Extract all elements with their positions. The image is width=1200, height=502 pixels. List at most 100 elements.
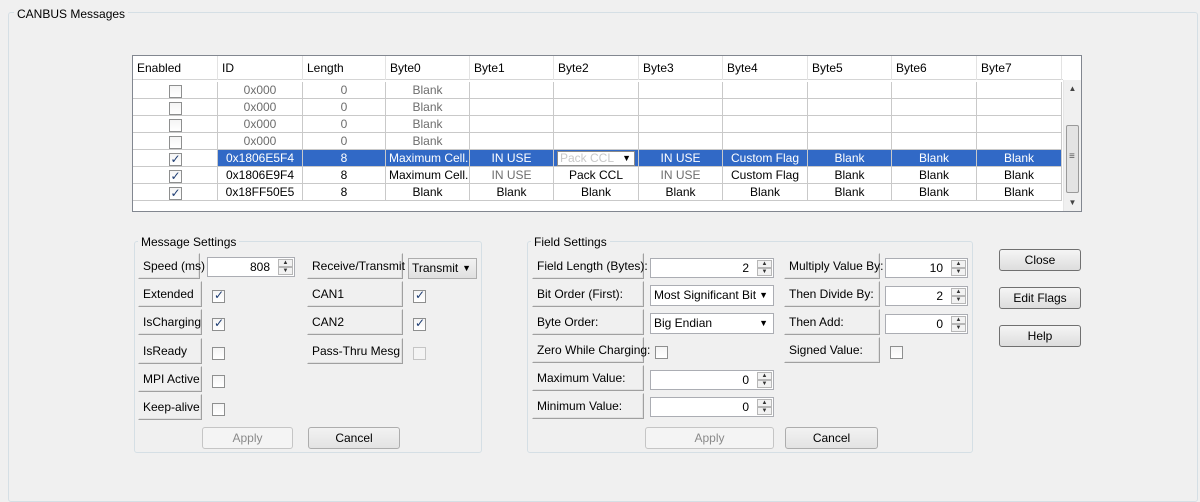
passthru-checkbox[interactable]	[413, 347, 426, 360]
id-cell[interactable]: 0x1806E5F4	[218, 150, 303, 167]
byte-cell[interactable]: Blank	[808, 184, 892, 201]
field-cancel-button[interactable]: Cancel	[785, 427, 878, 449]
byte-cell[interactable]	[639, 133, 723, 150]
spin-down-icon[interactable]: ▼	[278, 267, 293, 275]
column-header[interactable]: Byte2	[554, 56, 639, 80]
byte-cell[interactable]	[639, 99, 723, 116]
byte-cell[interactable]: IN USE	[470, 150, 554, 167]
byte-cell[interactable]	[723, 133, 808, 150]
table-row[interactable]: 0x000 0 Blank	[133, 99, 1063, 116]
id-cell[interactable]: 0x000	[218, 99, 303, 116]
byte-cell[interactable]: Maximum Cell...	[386, 167, 470, 184]
id-cell[interactable]: 0x1806E9F4	[218, 167, 303, 184]
length-cell[interactable]: 0	[303, 133, 386, 150]
byte-cell[interactable]: Pack CCL	[554, 167, 639, 184]
table-row[interactable]: 0x000 0 Blank	[133, 82, 1063, 99]
help-button[interactable]: Help	[999, 325, 1081, 347]
byte-cell[interactable]	[470, 82, 554, 99]
spin-down-icon[interactable]: ▼	[951, 324, 966, 332]
message-cancel-button[interactable]: Cancel	[308, 427, 400, 449]
byte-cell[interactable]	[977, 82, 1062, 99]
mpi-active-checkbox[interactable]	[212, 375, 225, 388]
byte-cell[interactable]: Blank	[892, 167, 977, 184]
byte-cell[interactable]	[723, 82, 808, 99]
byte-cell[interactable]: Blank	[554, 184, 639, 201]
column-header[interactable]: Byte4	[723, 56, 808, 80]
byte-cell[interactable]	[639, 82, 723, 99]
byte-cell[interactable]: Custom Flag	[723, 150, 808, 167]
spin-up-icon[interactable]: ▲	[278, 259, 293, 267]
byte-cell[interactable]: Blank	[386, 116, 470, 133]
edit-flags-button[interactable]: Edit Flags	[999, 287, 1081, 309]
spin-up-icon[interactable]: ▲	[951, 316, 966, 324]
table-row[interactable]: 0x000 0 Blank	[133, 116, 1063, 133]
byte-cell[interactable]	[470, 116, 554, 133]
byte-cell[interactable]	[808, 99, 892, 116]
length-cell[interactable]: 0	[303, 116, 386, 133]
enabled-checkbox[interactable]	[168, 168, 182, 183]
byte-cell[interactable]: Custom Flag	[723, 167, 808, 184]
spin-down-icon[interactable]: ▼	[951, 268, 966, 276]
id-cell[interactable]: 0x18FF50E5	[218, 184, 303, 201]
min-value-input[interactable]: 0 ▲ ▼	[650, 397, 774, 417]
length-cell[interactable]: 0	[303, 99, 386, 116]
byte-cell[interactable]	[808, 133, 892, 150]
ischarging-checkbox[interactable]	[212, 316, 225, 331]
byte-cell[interactable]: Blank	[892, 150, 977, 167]
byte-cell[interactable]	[892, 133, 977, 150]
column-header[interactable]: Byte6	[892, 56, 977, 80]
spin-up-icon[interactable]: ▲	[757, 372, 772, 380]
byte-cell[interactable]	[723, 99, 808, 116]
byte-cell[interactable]: Maximum Cell...	[386, 150, 470, 167]
id-cell[interactable]: 0x000	[218, 116, 303, 133]
field-apply-button[interactable]: Apply	[645, 427, 774, 449]
enabled-checkbox[interactable]	[168, 151, 182, 166]
byte-cell[interactable]	[723, 116, 808, 133]
extended-checkbox[interactable]	[212, 288, 225, 303]
length-cell[interactable]: 8	[303, 184, 386, 201]
can2-checkbox[interactable]	[413, 316, 426, 331]
byte-cell[interactable]: Blank	[470, 184, 554, 201]
table-row[interactable]: 0x000 0 Blank	[133, 133, 1063, 150]
spin-up-icon[interactable]: ▲	[757, 260, 772, 268]
spin-down-icon[interactable]: ▼	[757, 380, 772, 388]
byte-cell[interactable]: Blank	[977, 184, 1062, 201]
isready-checkbox[interactable]	[212, 347, 225, 360]
enabled-checkbox[interactable]	[168, 101, 182, 115]
keepalive-checkbox[interactable]	[212, 403, 225, 416]
byte-cell[interactable]	[892, 116, 977, 133]
spin-up-icon[interactable]: ▲	[951, 260, 966, 268]
byte-cell[interactable]: Blank	[723, 184, 808, 201]
byte-cell[interactable]	[554, 116, 639, 133]
byte-cell[interactable]: Blank	[808, 150, 892, 167]
byte-cell[interactable]: Blank	[808, 167, 892, 184]
column-header[interactable]: Byte0	[386, 56, 470, 80]
enabled-checkbox[interactable]	[168, 135, 182, 149]
byte-cell[interactable]	[554, 133, 639, 150]
byte-cell[interactable]: Blank	[386, 133, 470, 150]
column-header[interactable]: Enabled	[133, 56, 218, 80]
zero-charging-checkbox[interactable]	[655, 346, 668, 359]
column-header[interactable]: Byte7	[977, 56, 1062, 80]
signed-checkbox[interactable]	[890, 346, 903, 359]
column-header[interactable]: Byte5	[808, 56, 892, 80]
close-button[interactable]: Close	[999, 249, 1081, 271]
table-row[interactable]: 0x1806E9F48Maximum Cell...IN USEPack CCL…	[133, 167, 1063, 184]
byte-cell[interactable]	[554, 82, 639, 99]
byte-cell[interactable]: Blank	[892, 184, 977, 201]
byte-cell[interactable]: Blank	[639, 184, 723, 201]
length-cell[interactable]: 0	[303, 82, 386, 99]
spin-down-icon[interactable]: ▼	[757, 268, 772, 276]
field-length-input[interactable]: 2 ▲ ▼	[650, 258, 774, 278]
byte-cell[interactable]	[977, 133, 1062, 150]
byte-cell[interactable]	[639, 116, 723, 133]
enabled-checkbox[interactable]	[168, 84, 182, 98]
scroll-up-icon[interactable]: ▲	[1064, 80, 1081, 97]
byte-cell[interactable]: Blank	[386, 99, 470, 116]
column-header[interactable]: Byte1	[470, 56, 554, 80]
byte-order-select[interactable]: Big Endian ▼	[650, 313, 774, 334]
byte-cell[interactable]: Blank	[386, 82, 470, 99]
id-cell[interactable]: 0x000	[218, 82, 303, 99]
id-cell[interactable]: 0x000	[218, 133, 303, 150]
byte-cell[interactable]	[892, 82, 977, 99]
